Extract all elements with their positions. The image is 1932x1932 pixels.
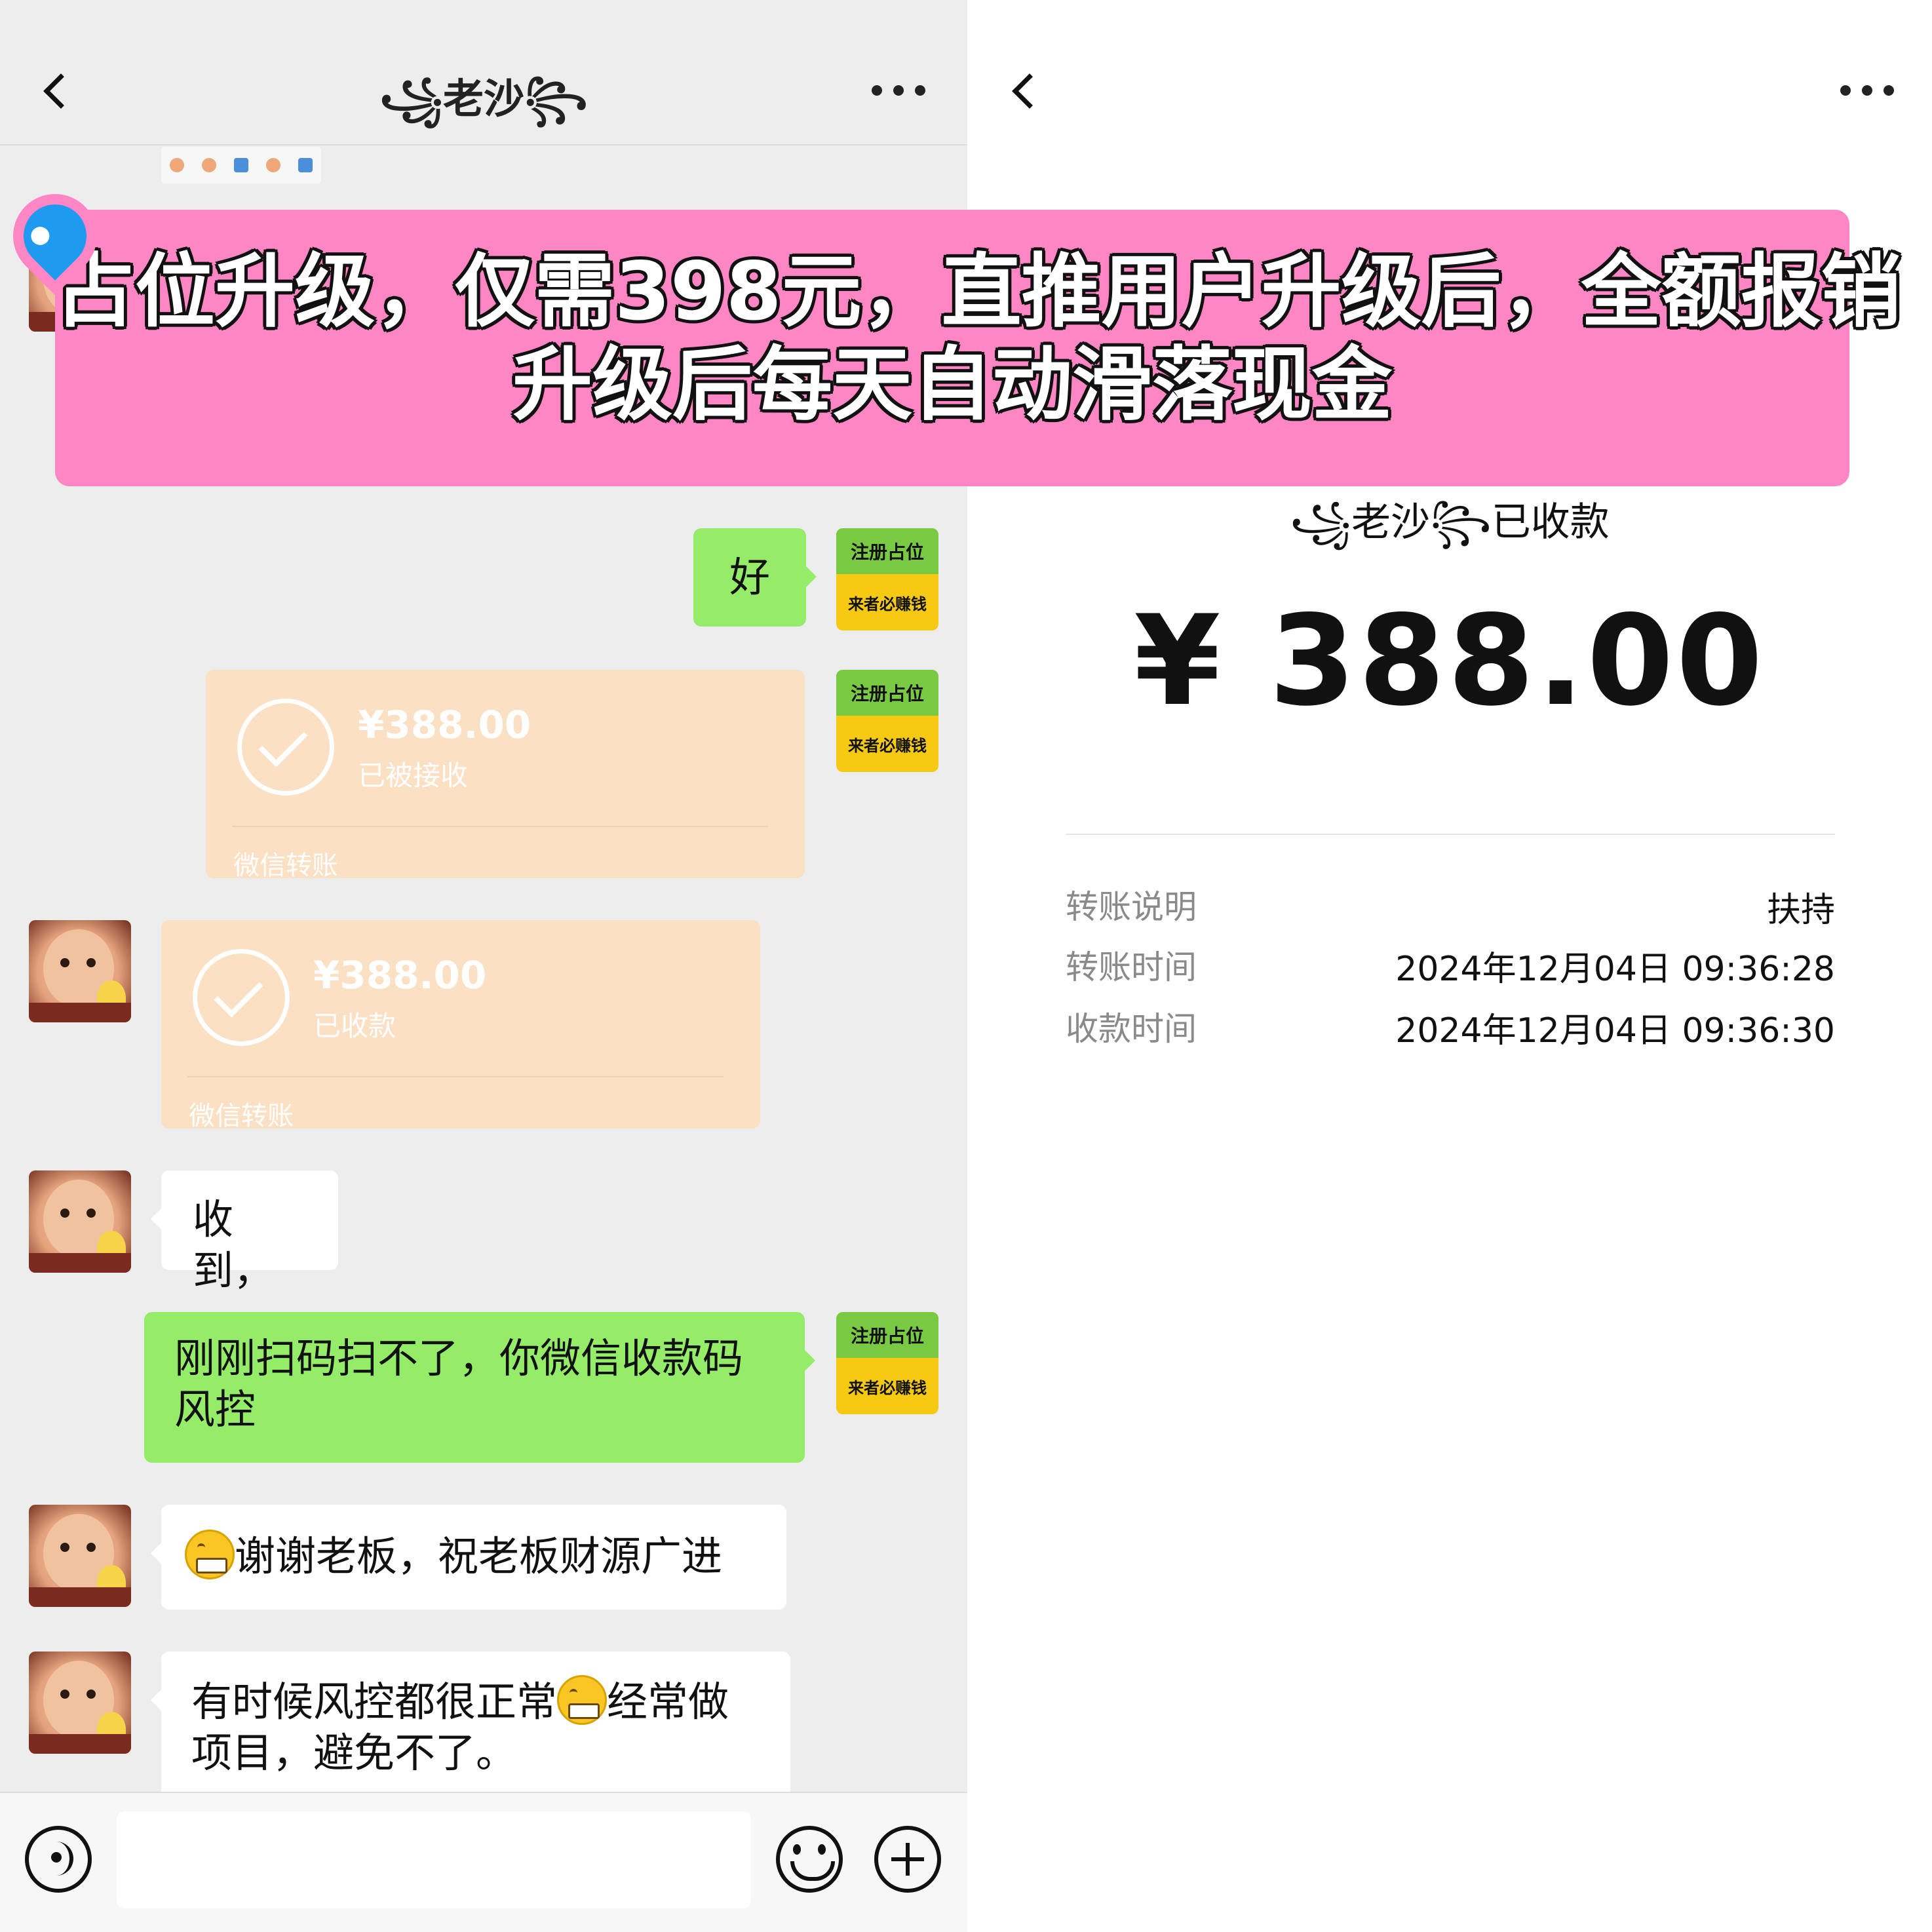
- grinning-emoji-icon: [557, 1675, 608, 1725]
- promo-subline: 升级后每天自动滑落现金: [512, 338, 1392, 431]
- message-text: 有时候风控都很正常: [191, 1678, 558, 1726]
- contact-avatar[interactable]: [29, 1505, 131, 1607]
- received-message-bubble[interactable]: 谢谢老板，祝老板财源广进: [151, 1505, 786, 1610]
- detail-label-transfer-time: 转账时间: [1066, 948, 1197, 986]
- transfer-footer: 微信转账: [233, 851, 338, 881]
- detail-label-note: 转账说明: [1066, 888, 1197, 926]
- contact-avatar[interactable]: [29, 920, 131, 1022]
- badge-bottom-text: 来者必赚钱: [848, 594, 927, 613]
- back-chevron-icon[interactable]: [1012, 73, 1047, 109]
- badge-bottom-text: 来者必赚钱: [848, 736, 927, 755]
- plus-icon[interactable]: [874, 1826, 941, 1893]
- message-input[interactable]: [117, 1811, 751, 1908]
- my-avatar[interactable]: 注册占位 来者必赚钱: [836, 670, 938, 772]
- message-text: 谢谢老板，祝老板财源广进: [235, 1532, 723, 1580]
- chat-title: ꧁老沙꧂: [379, 75, 588, 123]
- voice-icon[interactable]: [25, 1826, 92, 1893]
- sent-message-bubble[interactable]: 刚刚扫码扫不了，你微信收款码风控: [144, 1312, 815, 1463]
- chat-header: ꧁老沙꧂: [0, 0, 967, 145]
- detail-value-receive-time: 2024年12月04日 09:36:30: [1395, 1011, 1835, 1051]
- receipt-status: ꧁老沙꧂已收款: [1290, 499, 1610, 545]
- detail-value-note: 扶持: [1766, 891, 1835, 930]
- transfer-footer: 微信转账: [189, 1101, 294, 1131]
- detail-value-transfer-time: 2024年12月04日 09:36:28: [1395, 950, 1835, 989]
- transfer-card-sent[interactable]: ¥388.00 已被接收 微信转账: [206, 670, 805, 881]
- more-dots-icon[interactable]: [1840, 85, 1894, 96]
- chat-input-bar: [0, 1792, 967, 1932]
- badge-bottom-text: 来者必赚钱: [848, 1378, 927, 1397]
- emoji-icon[interactable]: [776, 1826, 843, 1893]
- check-circle-icon: [193, 949, 290, 1046]
- transfer-divider: [232, 826, 768, 827]
- receipt-divider: [1066, 834, 1835, 835]
- received-message-bubble[interactable]: 有时候风控都很正常 经常做项目，避免不了。: [151, 1652, 790, 1809]
- grinning-emoji-icon: [185, 1530, 235, 1579]
- promo-banner: 占位升级，仅需398元，直推用户升级后，全额报销 升级后每天自动滑落现金: [55, 210, 1901, 486]
- transfer-amount: ¥388.00: [313, 953, 487, 997]
- badge-top-text: 注册占位: [836, 528, 938, 574]
- message-text: 收到，: [193, 1195, 275, 1294]
- my-avatar[interactable]: 注册占位 来者必赚钱: [836, 528, 938, 630]
- badge-top-text: 注册占位: [836, 1312, 938, 1358]
- more-dots-icon[interactable]: [872, 85, 925, 96]
- transfer-status: 已收款: [313, 1010, 396, 1042]
- transfer-card-received[interactable]: ¥388.00 已收款 微信转账: [161, 920, 760, 1131]
- transfer-divider: [187, 1076, 724, 1077]
- detail-label-receive-time: 收款时间: [1066, 1010, 1197, 1048]
- contact-avatar[interactable]: [29, 1652, 131, 1754]
- my-avatar[interactable]: 注册占位 来者必赚钱: [836, 1312, 938, 1414]
- contact-avatar[interactable]: [29, 1170, 131, 1273]
- shared-image-thumbnail[interactable]: [161, 147, 321, 184]
- sent-message-bubble[interactable]: 好: [693, 528, 817, 627]
- transfer-status: 已被接收: [358, 760, 469, 792]
- badge-top-text: 注册占位: [836, 670, 938, 716]
- message-text: 好: [729, 553, 770, 601]
- message-text: 刚刚扫码扫不了，你微信收款码风控: [174, 1334, 744, 1433]
- received-message-bubble[interactable]: 收到，: [151, 1170, 338, 1294]
- transfer-amount: ¥388.00: [358, 703, 531, 747]
- receipt-amount: ¥ 388.00: [1134, 589, 1766, 733]
- check-circle-icon: [237, 699, 334, 796]
